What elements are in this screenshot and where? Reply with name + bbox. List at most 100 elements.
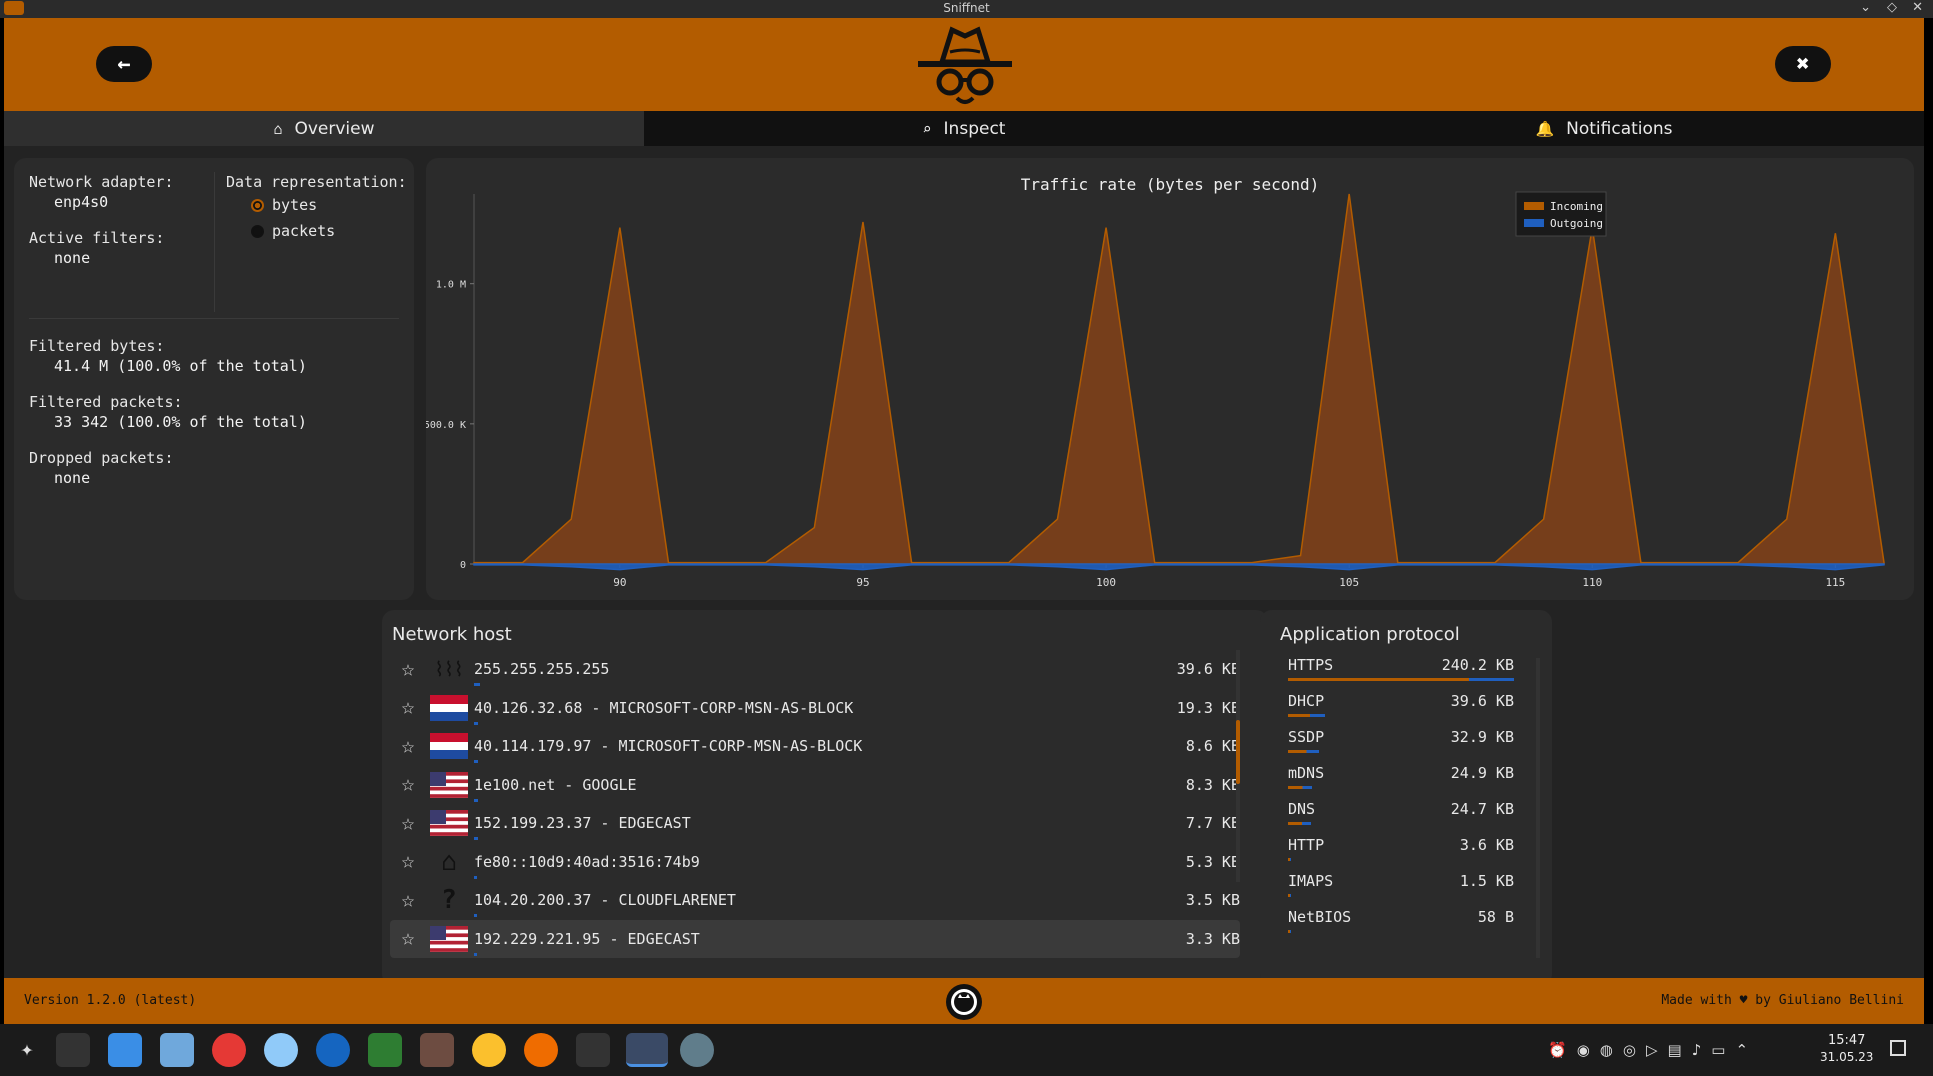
volume-icon[interactable]: ♪ xyxy=(1692,1041,1702,1059)
firefox-icon[interactable] xyxy=(524,1033,558,1067)
tab-inspect[interactable]: ⌕ Inspect xyxy=(644,111,1284,146)
clock[interactable]: 15:47 31.05.23 xyxy=(1820,1033,1873,1065)
protocol-row[interactable]: DNS 24.7 KB xyxy=(1288,794,1514,830)
protocol-name: NetBIOS xyxy=(1288,908,1352,926)
radio-packets[interactable]: packets xyxy=(226,218,411,244)
star-icon[interactable]: ☆ xyxy=(390,695,426,720)
host-label: 40.114.179.97 - MICROSOFT-CORP-MSN-AS-BL… xyxy=(474,737,1150,763)
host-flag xyxy=(430,771,468,798)
app-launcher-icon[interactable]: ✦ xyxy=(10,1033,44,1067)
star-icon[interactable]: ☆ xyxy=(390,657,426,682)
legend-label-outgoing: Outgoing xyxy=(1550,217,1603,230)
minimize-button[interactable]: ⌄ xyxy=(1860,0,1871,15)
task-manager-icon[interactable] xyxy=(56,1033,90,1067)
adapter-value: enp4s0 xyxy=(54,193,109,211)
star-icon[interactable]: ☆ xyxy=(390,811,426,836)
host-size: 3.5 KB xyxy=(1185,891,1240,909)
tray-icon-2[interactable]: ◍ xyxy=(1600,1041,1613,1059)
version-label: Version 1.2.0 (latest) xyxy=(24,993,197,1008)
protocol-row[interactable]: HTTPS 240.2 KB xyxy=(1288,650,1514,686)
app-window: ← ✖ ⌂ Overview ⌕ Inspect 🔔 Notifications xyxy=(4,18,1924,1024)
host-flag xyxy=(430,925,468,952)
host-traffic-bar xyxy=(474,683,480,686)
protocol-row[interactable]: NetBIOS 58 B xyxy=(1288,902,1514,938)
settings-button[interactable]: ✖ xyxy=(1775,46,1831,82)
host-traffic-bar xyxy=(474,837,478,840)
host-row[interactable]: ☆ ⌇⌇⌇ 255.255.255.255 39.6 KB xyxy=(390,650,1240,688)
broadcast-icon: ⌇⌇⌇ xyxy=(434,657,464,681)
spreadsheet-icon[interactable] xyxy=(368,1033,402,1067)
github-link[interactable] xyxy=(946,984,982,1020)
host-row[interactable]: ☆ 40.126.32.68 - MICROSOFT-CORP-MSN-AS-BL… xyxy=(390,689,1240,727)
tray-icon-1[interactable]: ◉ xyxy=(1577,1041,1590,1059)
filters-value: none xyxy=(54,249,91,267)
star-icon[interactable]: ☆ xyxy=(390,849,426,874)
host-label: 192.229.221.95 - EDGECAST xyxy=(474,930,1150,956)
host-row[interactable]: ☆ 40.114.179.97 - MICROSOFT-CORP-MSN-AS-B… xyxy=(390,727,1240,765)
chart-title: Traffic rate (bytes per second) xyxy=(1021,175,1320,194)
magnifier-icon: ⌕ xyxy=(922,119,932,138)
screen-icon[interactable] xyxy=(420,1033,454,1067)
chevron-up-icon[interactable]: ⌃ xyxy=(1735,1041,1748,1059)
star-icon[interactable]: ☆ xyxy=(390,734,426,759)
store-icon[interactable] xyxy=(108,1033,142,1067)
tab-notifications[interactable]: 🔔 Notifications xyxy=(1284,111,1924,146)
protocol-name: IMAPS xyxy=(1288,872,1334,890)
show-desktop-icon[interactable] xyxy=(1890,1040,1906,1056)
protocol-row[interactable]: SSDP 32.9 KB xyxy=(1288,722,1514,758)
host-label: 104.20.200.37 - CLOUDFLARENET xyxy=(474,891,1150,917)
protocol-row[interactable]: IMAPS 1.5 KB xyxy=(1288,866,1514,902)
thunderbird-icon[interactable] xyxy=(316,1033,350,1067)
host-row[interactable]: ☆ 1e100.net - GOOGLE 8.3 KB xyxy=(390,766,1240,804)
network-icon[interactable]: ▭ xyxy=(1711,1041,1725,1059)
tab-overview[interactable]: ⌂ Overview xyxy=(4,111,644,146)
info-panel: Network adapter: enp4s0 Active filters: … xyxy=(14,158,414,600)
radio-dot[interactable] xyxy=(251,224,264,238)
back-button[interactable]: ← xyxy=(96,46,152,82)
host-row[interactable]: ☆ 192.229.221.95 - EDGECAST 3.3 KB xyxy=(390,919,1240,958)
clipboard-icon[interactable]: ▤ xyxy=(1668,1041,1682,1059)
host-traffic-bar xyxy=(474,798,478,802)
play-icon[interactable]: ▷ xyxy=(1646,1041,1658,1059)
terminal-icon[interactable] xyxy=(576,1033,610,1067)
chrome-icon[interactable] xyxy=(472,1033,506,1067)
host-flag: ⌂ xyxy=(430,847,468,877)
host-row[interactable]: ☆ 152.199.23.37 - EDGECAST 7.7 KB xyxy=(390,804,1240,842)
network-host-panel: Network host ☆ ⌇⌇⌇ 255.255.255.255 39.6 KB ☆… xyxy=(382,610,1268,986)
radio-dot-selected[interactable] xyxy=(251,198,264,212)
tray-icon-3[interactable]: ◎ xyxy=(1623,1041,1636,1059)
close-button[interactable]: ✕ xyxy=(1912,0,1923,15)
header: ← ✖ xyxy=(4,18,1924,111)
protocol-row[interactable]: DHCP 39.6 KB xyxy=(1288,686,1514,722)
radio-bytes[interactable]: bytes xyxy=(226,192,411,218)
sniffnet-taskbar-icon[interactable] xyxy=(626,1033,668,1067)
protocol-name: SSDP xyxy=(1288,728,1325,746)
protocol-scrollbar-track[interactable] xyxy=(1536,658,1540,958)
host-flag: ⌇⌇⌇ xyxy=(430,657,468,681)
maximize-button[interactable]: ◇ xyxy=(1887,0,1897,15)
dropped-label: Dropped packets: xyxy=(29,449,174,467)
star-icon[interactable]: ☆ xyxy=(390,888,426,913)
x-tick-label: 90 xyxy=(613,576,626,589)
protocol-row[interactable]: mDNS 24.9 KB xyxy=(1288,758,1514,794)
file-manager-icon[interactable] xyxy=(160,1033,194,1067)
footer: Version 1.2.0 (latest) Made with ♥ by Gi… xyxy=(4,978,1924,1024)
taskbar: ✦ ⏰ ◉ ◍ ◎ ▷ ▤ ♪ ▭ ⌃ 15:47 31.05.23 xyxy=(0,1024,1933,1076)
protocol-row[interactable]: HTTP 3.6 KB xyxy=(1288,830,1514,866)
host-flag xyxy=(430,694,468,721)
app-icon-3[interactable] xyxy=(680,1033,714,1067)
host-row[interactable]: ☆? 104.20.200.37 - CLOUDFLARENET 3.5 KB xyxy=(390,881,1240,919)
vivaldi-icon[interactable] xyxy=(212,1033,246,1067)
host-traffic-bar xyxy=(474,952,478,956)
star-icon[interactable]: ☆ xyxy=(390,926,426,951)
host-size: 5.3 KB xyxy=(1185,852,1240,871)
host-row[interactable]: ☆ ⌂ fe80::10d9:40ad:3516:74b9 5.3 KB xyxy=(390,843,1240,881)
protocol-traffic-bar xyxy=(1288,822,1312,825)
star-icon[interactable]: ☆ xyxy=(390,772,426,797)
application-protocol-panel: Application protocol HTTPS 240.2 KB DHCP 39… xyxy=(1260,610,1552,986)
alarm-icon[interactable]: ⏰ xyxy=(1548,1041,1567,1059)
host-scrollbar-thumb[interactable] xyxy=(1236,720,1240,784)
legend-swatch-outgoing xyxy=(1524,219,1544,227)
flag-usa-icon xyxy=(430,925,468,952)
app-icon-2[interactable] xyxy=(264,1033,298,1067)
